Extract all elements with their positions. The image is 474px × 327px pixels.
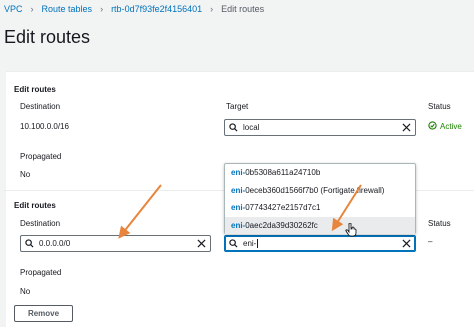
route2-target-text: eni- [238, 238, 402, 249]
dropdown-option[interactable]: eni- 07743427e2157d7c1 [225, 199, 415, 217]
route2-section-title: Edit routes [14, 201, 56, 210]
route2-propagated-value: No [20, 287, 31, 296]
breadcrumb-separator: › [210, 4, 214, 14]
route1-destination-value: 10.100.0.0/16 [20, 122, 69, 131]
page-title: Edit routes [4, 27, 91, 47]
route1-destination-label: Destination [20, 102, 61, 111]
hand-cursor-icon [345, 222, 357, 242]
route1-status-label: Status [428, 102, 451, 111]
route1-section-title: Edit routes [14, 85, 56, 94]
route1-target-value: local [243, 123, 260, 132]
search-icon [229, 119, 238, 137]
breadcrumb-route-tables-link[interactable]: Route tables [42, 4, 93, 14]
search-icon [25, 235, 34, 253]
breadcrumb: VPC › Route tables › rtb-0d7f93fe2f41564… [4, 2, 264, 16]
target-dropdown: eni- 0b5308a611a24710b eni- 0eceb360d1566f… [224, 163, 416, 234]
dropdown-option[interactable]: eni- 0b5308a611a24710b [225, 164, 415, 182]
route2-destination-value: 0.0.0.0/0 [39, 239, 71, 248]
route2-status-label: Status [428, 219, 451, 228]
clear-icon[interactable] [402, 119, 411, 137]
remove-button[interactable]: Remove [14, 305, 73, 322]
breadcrumb-route-table-id-link[interactable]: rtb-0d7f93fe2f4156401 [111, 4, 202, 14]
route2-destination-input[interactable]: 0.0.0.0/0 [20, 235, 211, 252]
breadcrumb-separator: › [30, 4, 34, 14]
route1-propagated-label: Propagated [20, 152, 62, 161]
breadcrumb-current: Edit routes [221, 4, 265, 14]
route2-target-input[interactable]: eni- [224, 235, 416, 252]
clear-icon[interactable] [197, 235, 206, 253]
route2-target-value: eni- [243, 238, 257, 248]
clear-icon[interactable] [402, 235, 411, 253]
dropdown-option[interactable]: eni- 0eceb360d1566f7b0 (Fortigate firewal… [225, 182, 415, 200]
route1-target-input[interactable]: local [224, 119, 416, 136]
route2-propagated-label: Propagated [20, 268, 62, 277]
route2-destination-label: Destination [20, 219, 61, 228]
status-active-icon [428, 121, 437, 132]
search-icon [229, 235, 238, 253]
dropdown-option-highlighted[interactable]: eni- 0aec2da39d30262fc [225, 216, 415, 234]
route1-status: Active [428, 121, 462, 132]
breadcrumb-vpc-link[interactable]: VPC [4, 4, 23, 14]
route2-status-value: – [428, 237, 433, 246]
text-caret [257, 239, 259, 249]
route1-target-label: Target [226, 102, 249, 111]
route1-status-value: Active [440, 122, 462, 131]
breadcrumb-separator: › [100, 4, 104, 14]
route1-propagated-value: No [20, 170, 31, 179]
